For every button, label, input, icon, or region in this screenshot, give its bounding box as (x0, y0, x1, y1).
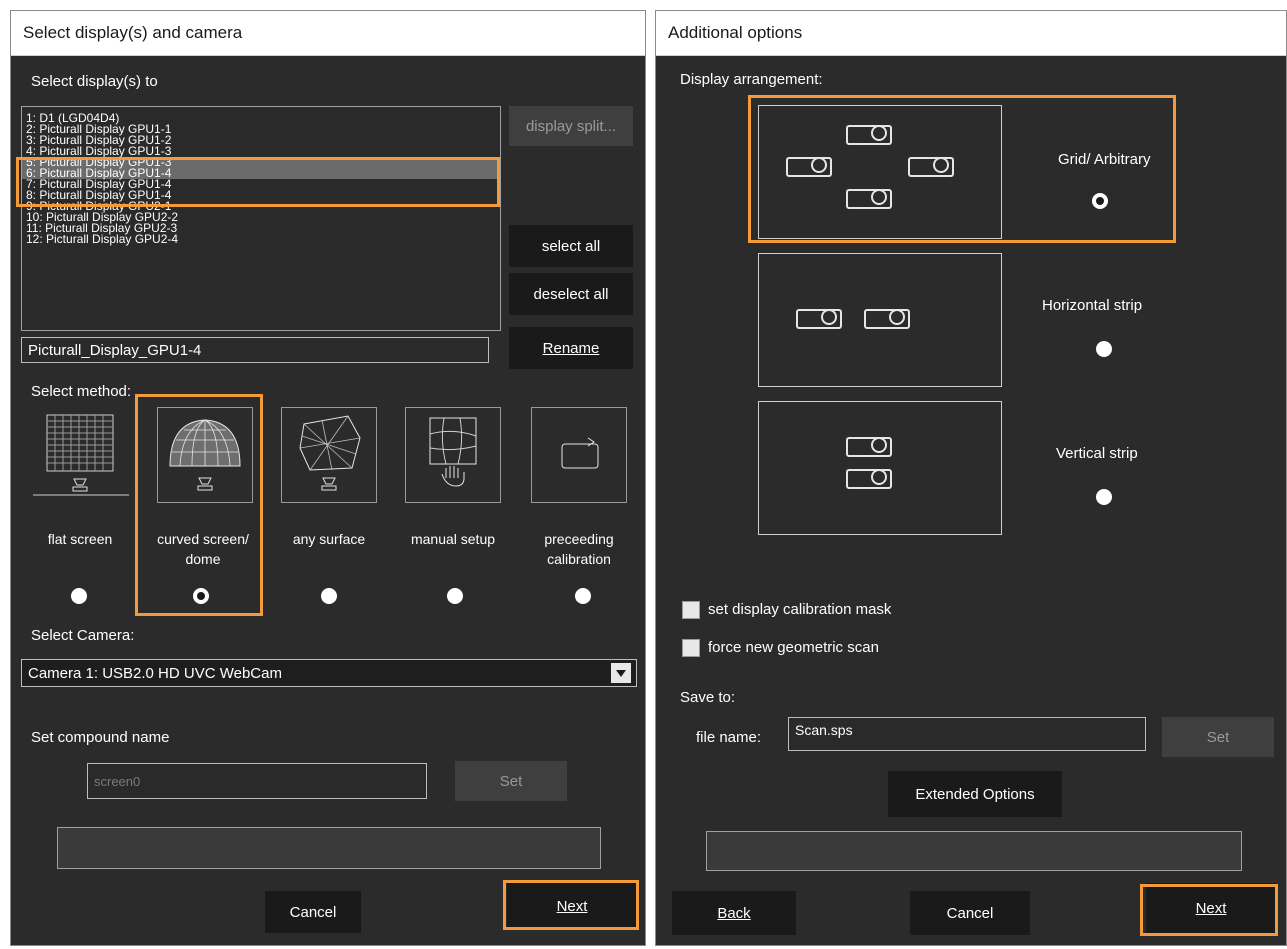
extended-options-button[interactable]: Extended Options (888, 771, 1062, 817)
method-label: Select method: (31, 383, 132, 400)
horizontal-strip-label: Horizontal strip (1042, 297, 1143, 314)
rename-button[interactable]: Rename (509, 327, 633, 369)
method-radio-preceeding[interactable] (575, 588, 591, 604)
method-label-flat: flat screen (47, 531, 113, 547)
highlight-dome-method (135, 394, 263, 616)
camera-select-value: Camera 1: USB2.0 HD UVC WebCam (28, 664, 282, 682)
progress-bar (57, 827, 601, 869)
select-display-dialog: Select display(s) and camera Select disp… (10, 10, 646, 946)
horizontal-strip-radio[interactable] (1096, 341, 1112, 357)
file-set-button[interactable]: Set (1162, 717, 1274, 757)
camera-select[interactable]: Camera 1: USB2.0 HD UVC WebCam (21, 659, 637, 687)
highlight-next-left (503, 880, 639, 930)
compound-placeholder: screen0 (94, 773, 141, 789)
file-name-value: Scan.sps (795, 722, 853, 738)
back-button[interactable]: Back (672, 891, 796, 935)
file-name-input[interactable]: Scan.sps (788, 717, 1146, 751)
highlight-grid-arrangement (748, 95, 1176, 243)
dialog-title: Additional options (656, 11, 1286, 56)
compound-label: Set compound name (31, 729, 170, 746)
highlight-next-right (1140, 884, 1278, 936)
display-split-button[interactable]: display split... (509, 106, 633, 146)
method-radio-manual[interactable] (447, 588, 463, 604)
dialog-title: Select display(s) and camera (11, 11, 645, 56)
any-surface-icon[interactable] (281, 407, 377, 503)
preceeding-calibration-icon[interactable] (531, 407, 627, 503)
method-radio-any-surface[interactable] (321, 588, 337, 604)
arrangement-label: Display arrangement: (680, 71, 823, 88)
file-name-label: file name: (696, 729, 762, 746)
calibration-mask-label: set display calibration mask (708, 601, 892, 618)
display-name-input[interactable]: Picturall_Display_GPU1-4 (21, 337, 489, 363)
method-label-any-surface: any surface (292, 531, 366, 547)
vertical-strip-radio[interactable] (1096, 489, 1112, 505)
compound-set-button[interactable]: Set (455, 761, 567, 801)
flat-screen-icon[interactable] (33, 407, 129, 503)
method-label-preceeding: preceeding calibration (544, 531, 614, 567)
force-scan-checkbox[interactable] (682, 639, 700, 657)
deselect-all-button[interactable]: deselect all (509, 273, 633, 315)
progress-bar (706, 831, 1242, 871)
camera-label: Select Camera: (31, 627, 135, 644)
method-radio-flat[interactable] (71, 588, 87, 604)
manual-setup-icon[interactable] (405, 407, 501, 503)
save-to-label: Save to: (680, 689, 736, 706)
horizontal-strip-icon[interactable] (758, 253, 1002, 387)
cancel-button[interactable]: Cancel (265, 891, 361, 933)
select-all-button[interactable]: select all (509, 225, 633, 267)
method-label-manual: manual setup (410, 531, 496, 547)
displays-label: Select display(s) to (31, 73, 158, 90)
compound-name-input[interactable]: screen0 (87, 763, 427, 799)
force-scan-label: force new geometric scan (708, 639, 879, 656)
vertical-strip-icon[interactable] (758, 401, 1002, 535)
list-item[interactable]: 12: Picturall Display GPU2-4 (22, 233, 500, 245)
display-list[interactable]: 1: D1 (LGD04D4) 2: Picturall Display GPU… (21, 106, 501, 331)
calibration-mask-checkbox[interactable] (682, 601, 700, 619)
chevron-down-icon[interactable] (611, 663, 631, 683)
cancel-button[interactable]: Cancel (910, 891, 1030, 935)
vertical-strip-label: Vertical strip (1056, 445, 1138, 462)
highlight-display-rows (16, 157, 500, 207)
